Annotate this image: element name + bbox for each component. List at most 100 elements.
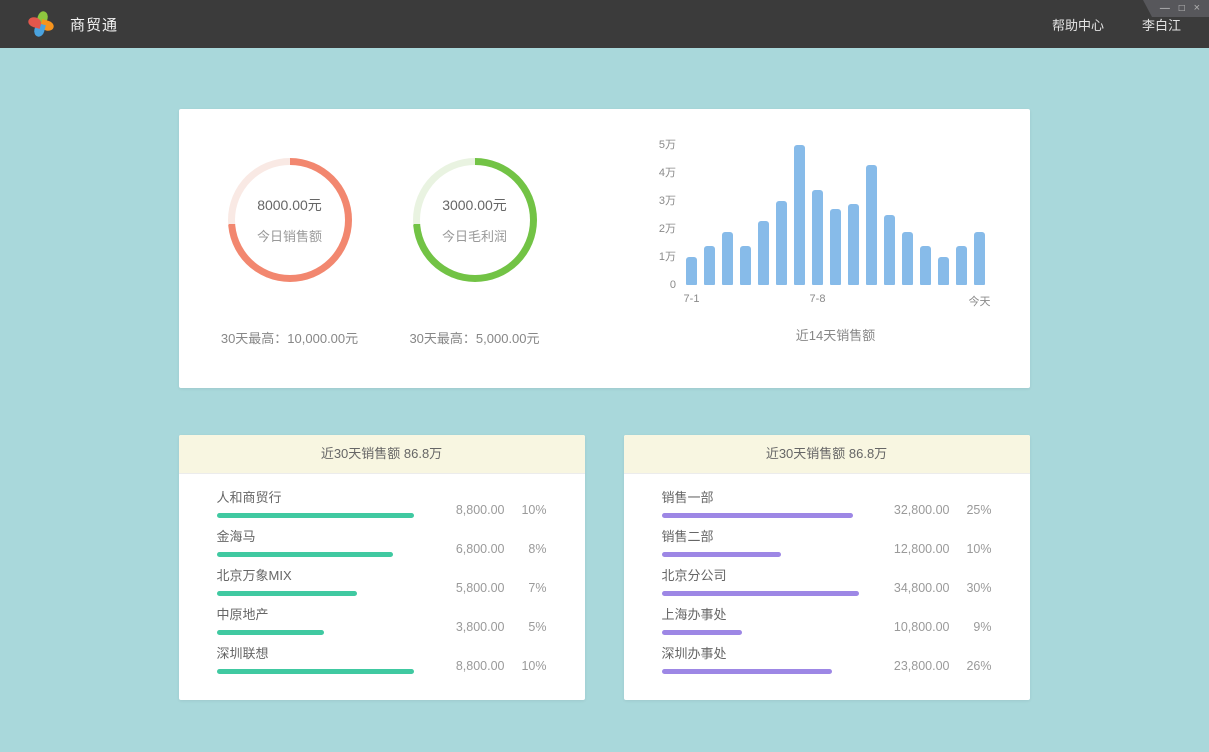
today-profit-ring-center: 3000.00元 今日毛利润 [420,165,530,275]
today-sales-ring-chart: 8000.00元 今日销售额 [228,158,352,282]
today-sales-label: 今日销售额 [257,226,322,245]
rank-row-label: 销售一部 [662,490,870,506]
bar-chart-plot-wrap: 7-17-8今天 近14天销售额 [686,145,985,344]
sales-bar [776,201,787,285]
rank-row-bar [217,552,393,557]
rank-row-percent: 10% [505,659,547,673]
rank-row-bar [662,669,832,674]
sales-bar [920,246,931,285]
rank-row-percent: 8% [505,542,547,556]
rank-row-label: 中原地产 [217,607,425,623]
rank-row-value: 12,800.00 [870,542,950,556]
rank-row-percent: 7% [505,581,547,595]
rank-row: 人和商贸行8,800.0010% [217,485,547,524]
rank-card-title: 近30天销售额 86.8万 [624,435,1030,474]
rank-row-percent: 25% [950,503,992,517]
rank-row-value: 34,800.00 [870,581,950,595]
rank-row-value: 3,800.00 [425,620,505,634]
rank-row-bar [217,513,414,518]
close-icon[interactable]: × [1194,3,1200,14]
rank-row-bar [217,630,324,635]
rank-row-label: 深圳联想 [217,646,425,662]
rank-row-label: 北京万象MIX [217,568,425,584]
rank-row: 金海马6,800.008% [217,524,547,563]
summary-card: 8000.00元 今日销售额 30天最高：10,000.00元 3000.00元… [179,109,1030,388]
rank-row-value: 10,800.00 [870,620,950,634]
today-profit-ring-block: 3000.00元 今日毛利润 30天最高：5,000.00元 [382,158,567,347]
rank-row-percent: 9% [950,620,992,634]
rank-row-bar [662,513,853,518]
rank-row-bar [217,669,414,674]
today-sales-ring-center: 8000.00元 今日销售额 [235,165,345,275]
rank-row-label: 北京分公司 [662,568,870,584]
rank-row: 上海办事处10,800.009% [662,602,992,641]
y-axis-tick: 1万 [659,251,676,263]
window-controls: — □ × [1143,0,1209,17]
y-axis-tick: 3万 [659,195,676,207]
rank-rows: 销售一部32,800.0025%销售二部12,800.0010%北京分公司34,… [624,474,1030,680]
rank-cards-row: 近30天销售额 86.8万 人和商贸行8,800.0010%金海马6,800.0… [179,435,1031,700]
today-profit-ring-chart: 3000.00元 今日毛利润 [413,158,537,282]
rank-row-value: 5,800.00 [425,581,505,595]
rank-card-title: 近30天销售额 86.8万 [179,435,585,474]
rank-row-label: 金海马 [217,529,425,545]
sales-bar [974,232,985,285]
app-logo-icon [28,10,54,38]
sales-bar [902,232,913,285]
rank-row: 北京万象MIX5,800.007% [217,563,547,602]
bar-chart-x-axis: 7-17-8今天 [686,293,985,309]
bar-chart-title: 近14天销售额 [686,325,985,344]
rank-row-percent: 26% [950,659,992,673]
rank-row-label: 上海办事处 [662,607,870,623]
user-name-link[interactable]: 李白江 [1142,15,1181,34]
rank-row-label: 销售二部 [662,529,870,545]
rank-row: 销售一部32,800.0025% [662,485,992,524]
today-profit-label: 今日毛利润 [442,226,507,245]
sales-bar-chart: 5万4万3万2万1万0 7-17-8今天 近14天销售额 [646,145,985,344]
sales-bar [794,145,805,285]
rank-card-departments: 近30天销售额 86.8万 销售一部32,800.0025%销售二部12,800… [624,435,1030,700]
rank-row: 深圳联想8,800.0010% [217,641,547,680]
sales-bar [848,204,859,285]
rank-row-value: 6,800.00 [425,542,505,556]
today-sales-30day-max: 30天最高：10,000.00元 [197,328,382,347]
sales-bar [812,190,823,285]
sales-bar [758,221,769,285]
help-center-link[interactable]: 帮助中心 [1052,15,1104,34]
x-axis-tick: 今天 [969,293,991,309]
rank-row-value: 32,800.00 [870,503,950,517]
y-axis-tick: 5万 [659,139,676,151]
rank-row-value: 23,800.00 [870,659,950,673]
x-axis-tick: 7-1 [684,293,700,305]
rank-row-value: 8,800.00 [425,503,505,517]
titlebar: 商贸通 帮助中心 李白江 — □ × [0,0,1209,48]
maximize-icon[interactable]: □ [1179,4,1185,14]
app-title: 商贸通 [70,14,118,35]
rank-row: 北京分公司34,800.0030% [662,563,992,602]
sales-bar [740,246,751,285]
today-sales-value: 8000.00元 [257,195,322,215]
rank-card-customers: 近30天销售额 86.8万 人和商贸行8,800.0010%金海马6,800.0… [179,435,585,700]
rank-rows: 人和商贸行8,800.0010%金海马6,800.008%北京万象MIX5,80… [179,474,585,680]
x-axis-tick: 7-8 [810,293,826,305]
sales-bar [938,257,949,285]
sales-bar [704,246,715,285]
rank-row-percent: 5% [505,620,547,634]
rank-row: 销售二部12,800.0010% [662,524,992,563]
rank-row-bar [662,630,742,635]
rank-row-label: 深圳办事处 [662,646,870,662]
rank-row-label: 人和商贸行 [217,490,425,506]
sales-bar [722,232,733,285]
rank-row-percent: 10% [950,542,992,556]
rank-row: 深圳办事处23,800.0026% [662,641,992,680]
y-axis-tick: 2万 [659,223,676,235]
rank-row-bar [217,591,357,596]
today-profit-value: 3000.00元 [442,195,507,215]
bar-plot [686,145,985,285]
rank-row-value: 8,800.00 [425,659,505,673]
sales-bar [956,246,967,285]
rank-row-bar [662,591,859,596]
minimize-icon[interactable]: — [1160,4,1170,14]
sales-bar [686,257,697,285]
bar-chart-y-axis: 5万4万3万2万1万0 [646,145,676,285]
